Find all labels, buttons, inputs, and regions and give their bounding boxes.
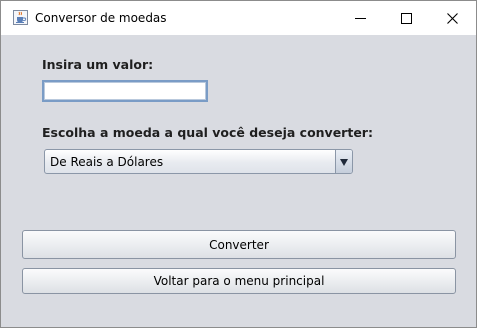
value-label: Insira um valor: — [42, 57, 154, 72]
minimize-button[interactable] — [337, 1, 383, 35]
convert-button[interactable]: Converter — [22, 230, 456, 259]
maximize-button[interactable] — [383, 1, 429, 35]
currency-select-value: De Reais a Dólares — [50, 155, 164, 169]
title-bar[interactable]: Conversor de moedas — [1, 1, 476, 35]
caret-down-icon — [340, 152, 348, 171]
app-window: Conversor de moedas Insira um valor: Esc… — [0, 0, 477, 328]
java-cup-icon — [13, 10, 28, 25]
currency-select[interactable]: De Reais a Dólares — [44, 149, 353, 174]
content-panel: Insira um valor: Escolha a moeda a qual … — [1, 35, 476, 327]
back-to-menu-button[interactable]: Voltar para o menu principal — [22, 268, 456, 294]
value-input[interactable] — [42, 80, 208, 102]
currency-label: Escolha a moeda a qual você deseja conve… — [42, 125, 373, 140]
maximize-icon — [400, 9, 412, 28]
window-title: Conversor de moedas — [35, 11, 167, 25]
minimize-icon — [354, 9, 366, 28]
close-icon — [446, 9, 458, 28]
close-button[interactable] — [429, 1, 475, 35]
dropdown-arrow-button[interactable] — [335, 150, 352, 173]
